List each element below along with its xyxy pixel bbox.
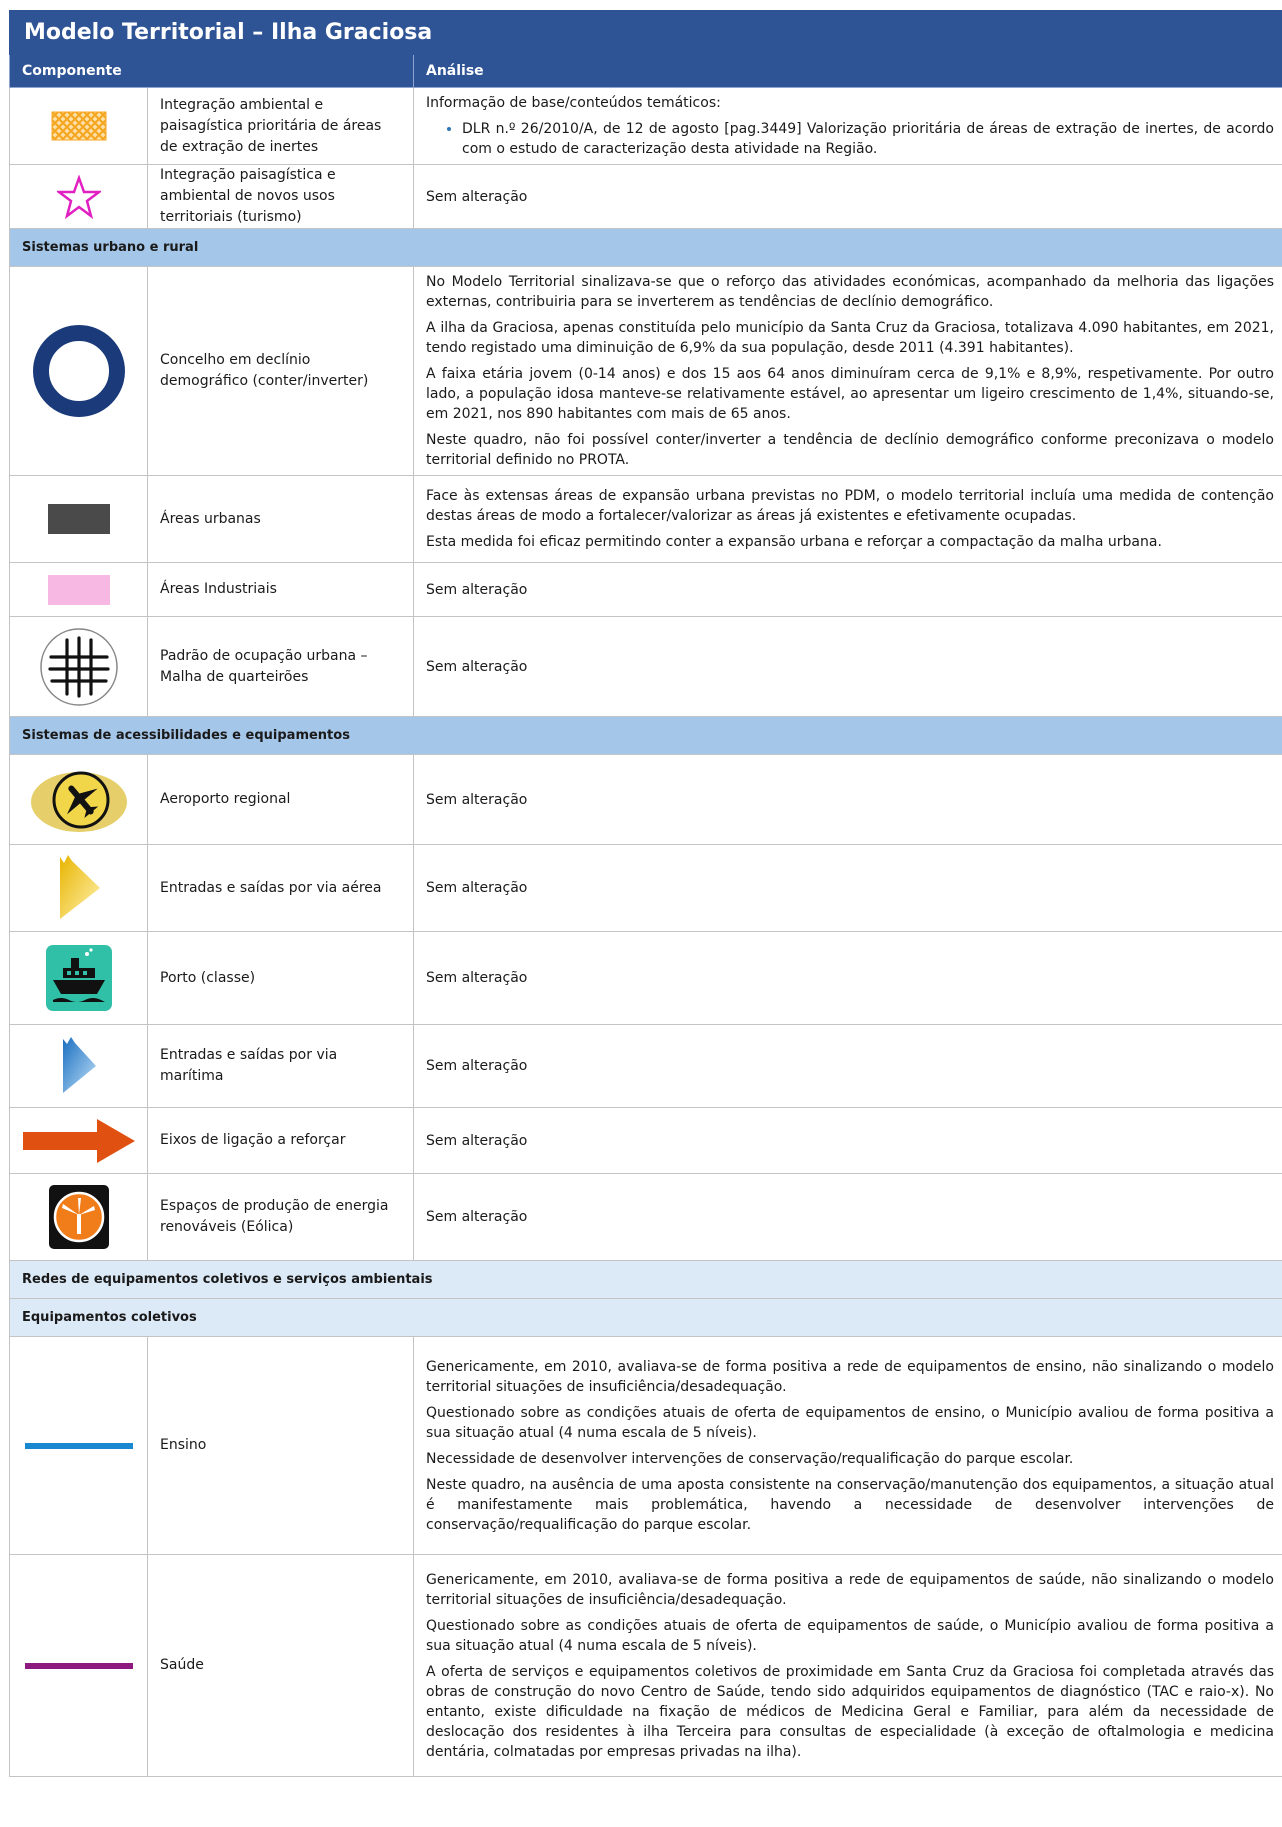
analysis-text: Sem alteração [413, 562, 1282, 617]
component-label: Concelho em declínio demográfico (conter… [147, 266, 414, 476]
analysis-paragraph: Neste quadro, não foi possível conter/in… [426, 432, 1274, 468]
section-title: Equipamentos coletivos [9, 1298, 1282, 1337]
component-label: Entradas e saídas por via aérea [147, 844, 414, 932]
analysis-paragraph: No Modelo Territorial sinalizava-se que … [426, 274, 1274, 310]
header-analysis: Análise [413, 54, 1282, 88]
analysis-cell: Face às extensas áreas de expansão urban… [413, 475, 1282, 563]
analysis-text: Sem alteração [413, 616, 1282, 717]
section-row: Sistemas de acessibilidades e equipament… [9, 716, 1282, 755]
component-label: Ensino [147, 1336, 414, 1555]
component-label: Áreas urbanas [147, 475, 414, 563]
analysis-paragraph: Necessidade de desenvolver intervenções … [426, 1450, 1074, 1467]
header-row: Componente Análise [9, 54, 1282, 88]
star-outline-icon [9, 164, 148, 229]
analysis-cell: Genericamente, em 2010, avaliava-se de f… [413, 1554, 1282, 1777]
analysis-intro: Informação de base/conteúdos temáticos: [426, 95, 721, 111]
table-row: Porto (classe) Sem alteração [9, 931, 1282, 1025]
analysis-cell: Genericamente, em 2010, avaliava-se de f… [413, 1336, 1282, 1555]
section-title: Sistemas urbano e rural [9, 228, 1282, 267]
blue-chevron-icon [9, 1024, 148, 1108]
table-row: Integração paisagística e ambiental de n… [9, 164, 1282, 229]
list-item: DLR n.º 26/2010/A, de 12 de agosto [pag.… [462, 119, 1274, 159]
section-title: Sistemas de acessibilidades e equipament… [9, 716, 1282, 755]
crosshatch-pattern-icon [9, 87, 148, 165]
table-row: Aeroporto regional Sem alteração [9, 754, 1282, 845]
analysis-paragraph: Genericamente, em 2010, avaliava-se de f… [426, 1358, 1274, 1395]
header-component: Componente [9, 54, 414, 88]
analysis-cell: Informação de base/conteúdos temáticos: … [413, 87, 1282, 165]
component-label: Aeroporto regional [147, 754, 414, 845]
component-label: Eixos de ligação a reforçar [147, 1107, 414, 1174]
analysis-text: Sem alteração [413, 931, 1282, 1025]
table-title: Modelo Territorial – Ilha Graciosa [9, 10, 1282, 55]
list-item-text: DLR n.º 26/2010/A, de 12 de agosto [pag.… [462, 121, 1274, 157]
orange-arrow-icon [9, 1107, 148, 1174]
component-label: Integração paisagística e ambiental de n… [147, 164, 414, 229]
analysis-text: Sem alteração [413, 1107, 1282, 1174]
component-label: Entradas e saídas por via marítima [147, 1024, 414, 1108]
wind-turbine-icon [9, 1173, 148, 1261]
table-row: Saúde Genericamente, em 2010, avaliava-s… [9, 1554, 1282, 1777]
table-row: Entradas e saídas por via marítima Sem a… [9, 1024, 1282, 1108]
analysis-paragraph: Neste quadro, na ausência de uma aposta … [426, 1476, 1274, 1533]
analysis-paragraph: Esta medida foi eficaz permitindo conter… [426, 534, 1162, 550]
section-title: Redes de equipamentos coletivos e serviç… [9, 1260, 1282, 1299]
purple-line-icon [9, 1554, 148, 1777]
yellow-chevron-icon [9, 844, 148, 932]
analysis-text: Sem alteração [413, 164, 1282, 229]
table-row: Integração ambiental e paisagística prio… [9, 87, 1282, 165]
analysis-list: DLR n.º 26/2010/A, de 12 de agosto [pag.… [426, 119, 1274, 159]
analysis-paragraph: A oferta de serviços e equipamentos cole… [426, 1663, 1274, 1760]
gray-rectangle-icon [9, 475, 148, 563]
component-label: Áreas Industriais [147, 562, 414, 617]
table-row: Entradas e saídas por via aérea Sem alte… [9, 844, 1282, 932]
section-row: Sistemas urbano e rural [9, 228, 1282, 267]
section-row: Equipamentos coletivos [9, 1298, 1282, 1337]
analysis-text: Sem alteração [413, 1024, 1282, 1108]
table-row: Ensino Genericamente, em 2010, avaliava-… [9, 1336, 1282, 1555]
table-row: Eixos de ligação a reforçar Sem alteraçã… [9, 1107, 1282, 1174]
table-row: Concelho em declínio demográfico (conter… [9, 266, 1282, 476]
table-row: Áreas Industriais Sem alteração [9, 562, 1282, 617]
analysis-paragraph: Questionado sobre as condições atuais de… [426, 1617, 1274, 1654]
analysis-paragraph: Questionado sobre as condições atuais de… [426, 1404, 1274, 1441]
airplane-icon [9, 754, 148, 845]
analysis-text: Sem alteração [413, 844, 1282, 932]
component-label: Porto (classe) [147, 931, 414, 1025]
component-label: Saúde [147, 1554, 414, 1777]
analysis-text: Sem alteração [413, 754, 1282, 845]
territorial-model-table: Modelo Territorial – Ilha Graciosa Compo… [9, 10, 1282, 1777]
ring-icon [9, 266, 148, 476]
analysis-cell: No Modelo Territorial sinalizava-se que … [413, 266, 1282, 476]
title-row: Modelo Territorial – Ilha Graciosa [9, 10, 1282, 55]
analysis-paragraph: Face às extensas áreas de expansão urban… [426, 488, 1274, 524]
table-row: Áreas urbanas Face às extensas áreas de … [9, 475, 1282, 563]
analysis-paragraph: A faixa etária jovem (0-14 anos) e dos 1… [426, 366, 1274, 422]
component-label: Integração ambiental e paisagística prio… [147, 87, 414, 165]
component-label: Espaços de produção de energia renovávei… [147, 1173, 414, 1261]
table-row: Padrão de ocupação urbana – Malha de qua… [9, 616, 1282, 717]
street-grid-icon [9, 616, 148, 717]
blue-line-icon [9, 1336, 148, 1555]
ship-icon [9, 931, 148, 1025]
pink-rectangle-icon [9, 562, 148, 617]
analysis-paragraph: A ilha da Graciosa, apenas constituída p… [426, 320, 1274, 356]
analysis-text: Sem alteração [413, 1173, 1282, 1261]
analysis-paragraph: Genericamente, em 2010, avaliava-se de f… [426, 1571, 1274, 1608]
component-label: Padrão de ocupação urbana – Malha de qua… [147, 616, 414, 717]
territorial-model-document: Modelo Territorial – Ilha Graciosa Compo… [9, 10, 1282, 1777]
section-row: Redes de equipamentos coletivos e serviç… [9, 1260, 1282, 1299]
table-row: Espaços de produção de energia renovávei… [9, 1173, 1282, 1261]
